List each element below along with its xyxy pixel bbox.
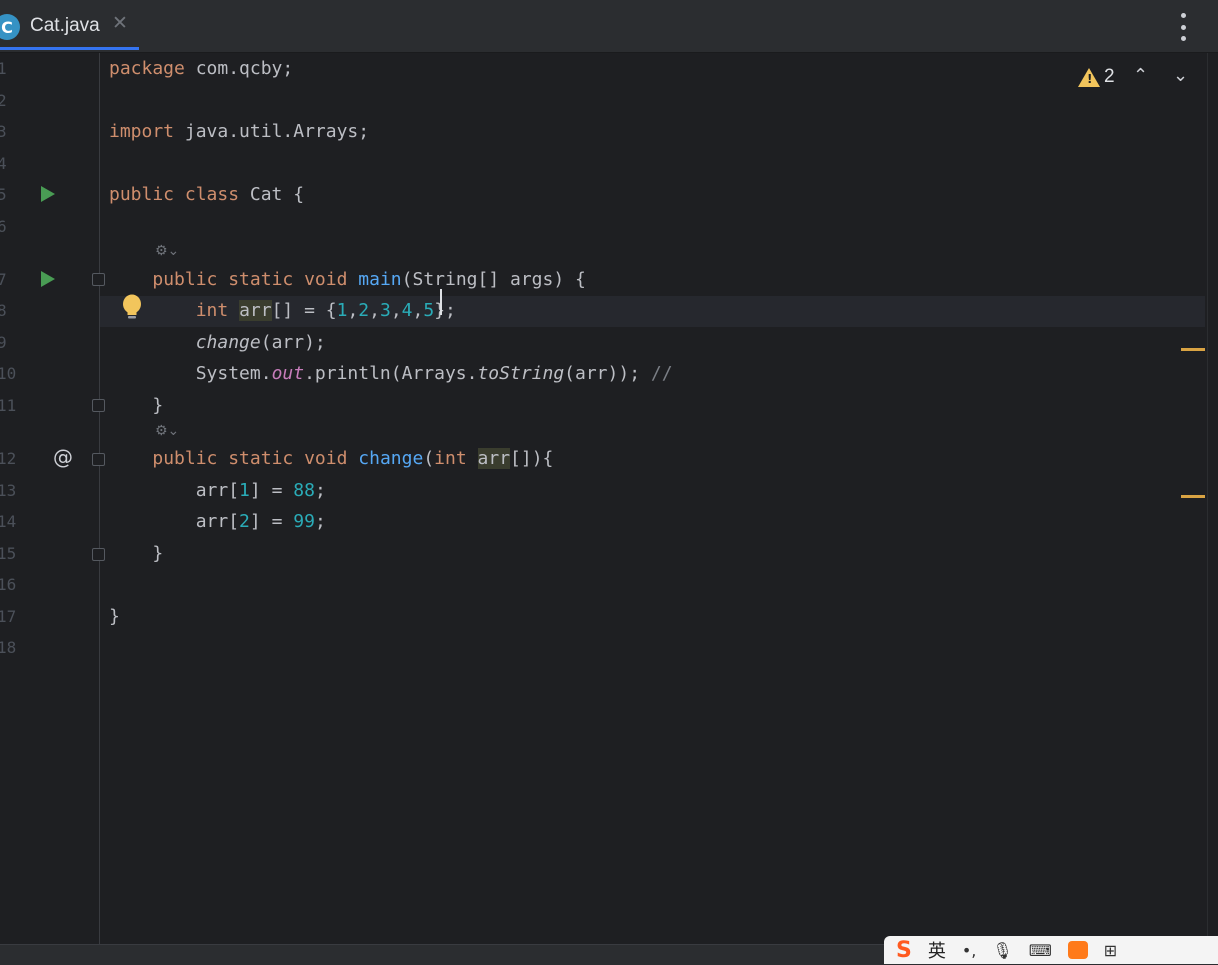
text-cursor (440, 289, 442, 315)
tab-title: Cat.java (30, 15, 100, 36)
inspection-widget[interactable]: ! 2 (1078, 66, 1115, 88)
run-class-icon[interactable] (41, 186, 55, 202)
active-tab-indicator (0, 47, 139, 50)
code-line-7: public static void main(String[] args) { (152, 269, 586, 290)
line-number: 7 (0, 270, 7, 289)
code-editor[interactable]: 1 2 3 4 5 6 7 8 9 10 11 12 13 14 15 16 1… (0, 53, 1218, 944)
warning-icon: ! (1078, 67, 1100, 87)
warning-stripe-marker[interactable] (1181, 348, 1205, 351)
code-line-10: System.out.println(Arrays.toString(arr))… (109, 363, 673, 384)
sogou-logo-icon[interactable]: S (896, 938, 912, 963)
code-line-9: change(arr); (195, 332, 326, 353)
punctuation-icon[interactable]: •, (962, 941, 977, 960)
line-number: 6 (0, 216, 7, 236)
code-line-3: import java.util.Arrays; (109, 121, 370, 142)
code-line-14: arr[2] = 99; (109, 511, 326, 532)
code-line-15: } (109, 543, 164, 564)
fold-icon[interactable] (92, 453, 105, 466)
line-number: 13 (0, 481, 17, 500)
editor-scrollbar[interactable] (1207, 53, 1218, 944)
code-line-8: int arr[] = {1,2,3,4,5}; (195, 300, 456, 321)
line-number: 3 (0, 122, 7, 141)
line-number: 9 (0, 333, 7, 352)
code-line-11: } (109, 395, 164, 416)
line-number: 12 (0, 449, 17, 468)
line-number: 17 (0, 607, 17, 626)
ime-toolbar[interactable]: S 英 •, 🎙 ⌨ ⊞ (884, 936, 1218, 964)
line-number: 5 (0, 185, 7, 204)
ime-language-toggle[interactable]: 英 (928, 937, 946, 963)
line-number: 8 (0, 301, 7, 320)
keyboard-icon[interactable]: ⌨ (1029, 941, 1052, 960)
line-number: 11 (0, 396, 17, 415)
close-icon[interactable]: ✕ (112, 12, 128, 34)
fold-icon[interactable] (92, 548, 105, 561)
implementation-marker-icon[interactable]: @ (53, 445, 73, 469)
line-number: 16 (0, 575, 17, 594)
toolbox-icon[interactable]: ⊞ (1104, 941, 1117, 960)
code-vision-hint-icon[interactable]: ⚙⌄ (155, 423, 179, 439)
java-class-icon: C (0, 14, 20, 40)
line-number: 1 (0, 59, 7, 78)
code-vision-hint-icon[interactable]: ⚙⌄ (155, 243, 179, 259)
editor-gutter[interactable]: 1 2 3 4 5 6 7 8 9 10 11 12 13 14 15 16 1… (0, 53, 105, 944)
code-line-1: package com.qcby; (109, 58, 294, 79)
code-line-12: public static void change(int arr[]){ (152, 448, 554, 469)
chevron-down-icon[interactable]: ⌄ (1173, 65, 1188, 86)
fold-icon[interactable] (92, 399, 105, 412)
run-main-icon[interactable] (41, 271, 55, 287)
tab-cat-java[interactable]: C Cat.java ✕ (0, 0, 139, 50)
warning-stripe-marker[interactable] (1181, 495, 1205, 498)
code-line-13: arr[1] = 88; (109, 480, 326, 501)
line-number: 10 (0, 364, 17, 383)
line-number: 2 (0, 90, 7, 110)
line-number: 4 (0, 153, 7, 173)
line-number: 15 (0, 544, 17, 563)
warning-count: 2 (1104, 66, 1115, 87)
line-number: 14 (0, 512, 17, 531)
editor-tab-bar: C Cat.java ✕ (0, 0, 1218, 53)
code-line-5: public class Cat { (109, 184, 305, 205)
more-vertical-icon[interactable] (1174, 13, 1192, 41)
code-line-17: } (109, 606, 120, 627)
microphone-icon[interactable]: 🎙 (992, 941, 1012, 960)
fold-icon[interactable] (92, 273, 105, 286)
line-number: 18 (0, 638, 17, 657)
chevron-up-icon[interactable]: ⌃ (1133, 65, 1148, 86)
skin-icon[interactable] (1067, 941, 1088, 959)
